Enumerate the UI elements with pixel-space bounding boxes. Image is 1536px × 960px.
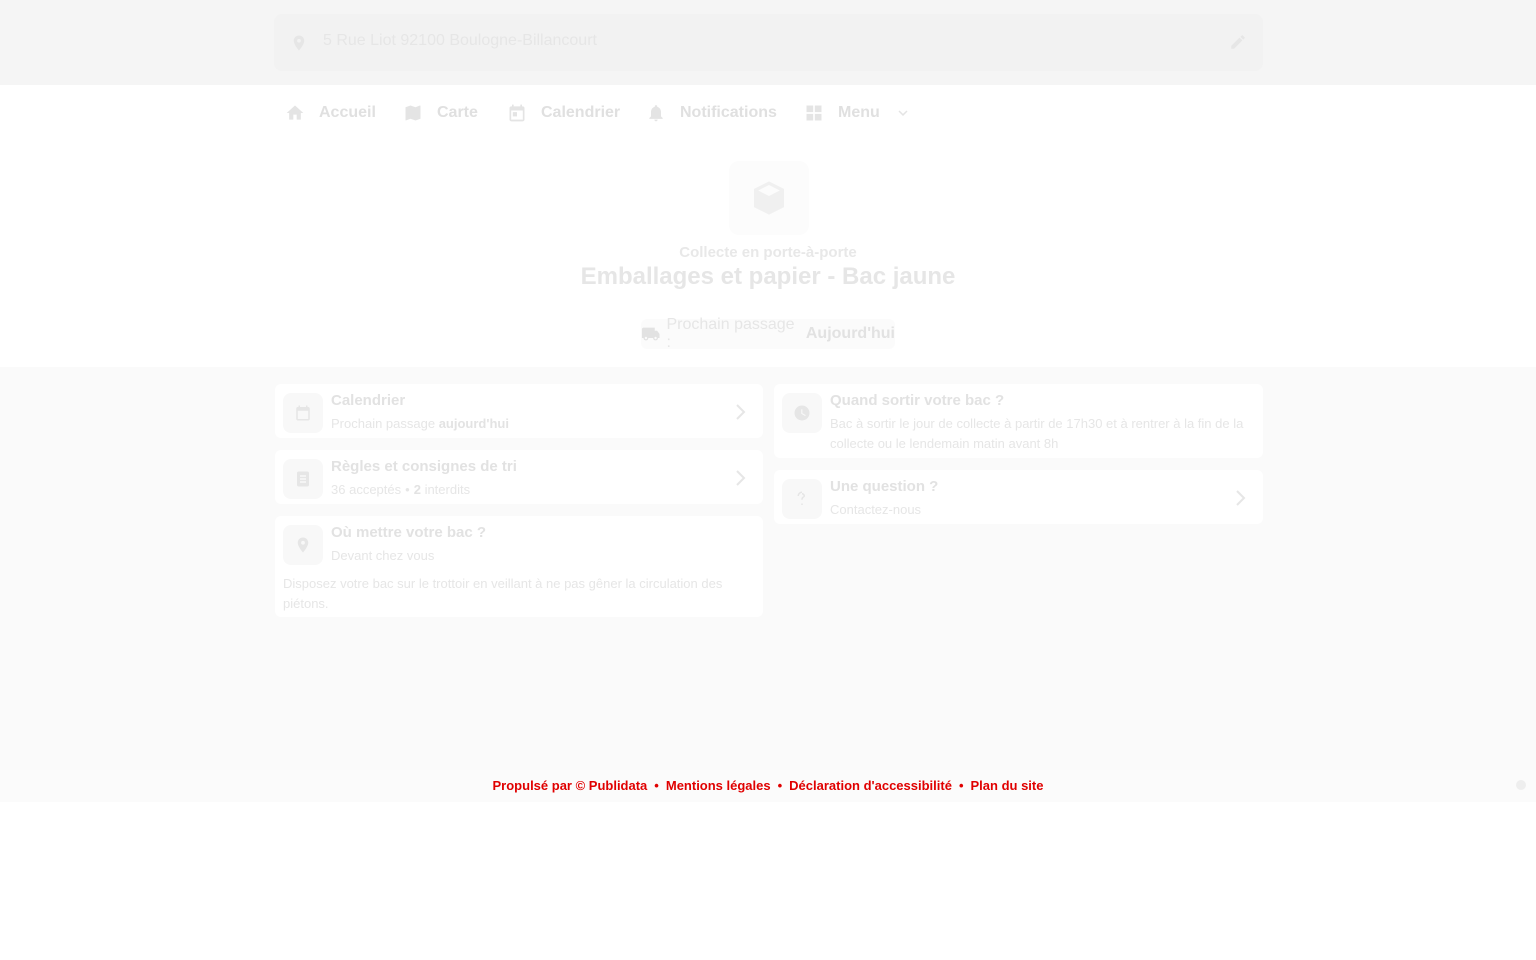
calendar-icon — [509, 104, 525, 122]
footer-link-publidata[interactable]: Propulsé par © Publidata — [493, 778, 648, 793]
next-pickup-day: aujourd'hui — [438, 416, 509, 431]
question-icon — [797, 491, 805, 505]
card-subtitle: 36 acceptés • 2 interdits — [331, 480, 751, 500]
calendar-card[interactable]: Calendrier Prochain passage aujourd'hui — [275, 384, 763, 438]
footer-separator: • — [958, 778, 964, 793]
card-icon-tile — [283, 459, 323, 499]
card-body: Disposez votre bac sur le trottoir en ve… — [283, 576, 723, 611]
card-title: Règles et consignes de tri — [331, 458, 517, 475]
pencil-icon[interactable] — [1229, 33, 1247, 51]
nav-label: Carte — [437, 104, 478, 121]
nav-label: Notifications — [680, 104, 777, 121]
chevron-right-icon — [1236, 490, 1246, 506]
bell-icon — [649, 105, 663, 122]
card-icon-tile — [283, 525, 323, 565]
map-pin-icon — [297, 537, 309, 553]
clock-icon — [794, 405, 810, 421]
nav-item-notifications[interactable]: Notifications — [646, 85, 777, 141]
nav-item-menu[interactable]: Menu — [804, 85, 912, 141]
card-title: Une question ? — [830, 478, 939, 495]
nav-item-carte[interactable]: Carte — [403, 85, 478, 141]
top-bar: 5 Rue Liot 92100 Boulogne-Billancourt — [0, 0, 1536, 85]
nav-label: Menu — [838, 104, 880, 121]
accepted-label: acceptés — [349, 482, 402, 497]
card-icon-tile — [283, 393, 323, 433]
footer-separator: • — [654, 778, 659, 793]
footer-link-mentions[interactable]: Mentions légales — [666, 778, 771, 793]
card-title: Calendrier — [331, 392, 406, 409]
nav-item-calendrier[interactable]: Calendrier — [507, 85, 620, 141]
contact-card[interactable]: Une question ? Contactez-nous — [774, 470, 1263, 524]
card-subtitle: Prochain passage aujourd'hui — [331, 414, 751, 434]
footer-link-accessibility[interactable]: Déclaration d'accessibilité — [789, 778, 952, 793]
chevron-right-icon — [736, 404, 746, 420]
next-pickup-badge: Prochain passage : Aujourd'hui — [641, 316, 895, 351]
address-text: 5 Rue Liot 92100 Boulogne-Billancourt — [323, 32, 597, 49]
truck-icon — [641, 327, 660, 341]
footer: Propulsé par © Publidata • Mentions légale… — [0, 770, 1536, 802]
box-icon — [754, 181, 784, 215]
chevron-down-icon — [898, 110, 908, 116]
card-icon-tile — [782, 479, 822, 519]
map-icon — [405, 105, 421, 121]
hero-section: Collecte en porte-à-porte Emballages et … — [0, 141, 1536, 367]
card-title: Où mettre votre bac ? — [331, 524, 487, 541]
address-field[interactable]: 5 Rue Liot 92100 Boulogne-Billancourt — [274, 14, 1263, 71]
list-icon — [297, 471, 309, 487]
separator-dot: • — [405, 482, 410, 497]
home-icon — [286, 105, 304, 120]
bin-timing-card: Quand sortir votre bac ? Bac à sortir le… — [774, 384, 1263, 458]
footer-separator: • — [777, 778, 783, 793]
forbidden-label: interdits — [424, 482, 471, 497]
footer-link-sitemap[interactable]: Plan du site — [971, 778, 1044, 793]
sorting-rules-card[interactable]: Règles et consignes de tri 36 acceptés • 2… — [275, 450, 763, 504]
nav-label: Accueil — [319, 104, 376, 121]
card-subtitle: Contactez-nous — [830, 502, 922, 517]
nav-item-accueil[interactable]: Accueil — [285, 85, 376, 141]
next-pickup-value: Aujourd'hui — [805, 325, 895, 342]
grid-icon — [806, 105, 822, 121]
nav-label: Calendrier — [541, 104, 621, 121]
footer-links: Propulsé par © Publidata • Mentions légale… — [0, 778, 1536, 793]
accepted-count: 36 — [331, 482, 346, 497]
card-subtitle: Bac à sortir le jour de collecte à parti… — [830, 416, 1244, 451]
card-subtitle: Devant chez vous — [331, 548, 435, 563]
map-pin-icon — [293, 35, 305, 51]
card-title: Quand sortir votre bac ? — [830, 392, 1005, 409]
card-icon-tile — [782, 393, 822, 433]
main-nav: Accueil Carte Calendrier Notifications M… — [0, 85, 1536, 141]
main-content: Calendrier Prochain passage aujourd'hui … — [0, 367, 1536, 770]
collection-type: Collecte en porte-à-porte — [679, 244, 857, 261]
bin-location-card: Où mettre votre bac ? Devant chez vous D… — [275, 516, 763, 617]
hero-icon-tile — [729, 161, 809, 235]
page-title: Emballages et papier - Bac jaune — [580, 263, 956, 290]
next-pickup-label: Prochain passage : — [666, 316, 795, 351]
forbidden-count: 2 — [413, 482, 421, 497]
next-pickup-prefix: Prochain passage — [331, 416, 436, 431]
chevron-right-icon — [736, 470, 746, 486]
status-dot — [1516, 780, 1526, 790]
calendar-icon — [296, 405, 310, 421]
